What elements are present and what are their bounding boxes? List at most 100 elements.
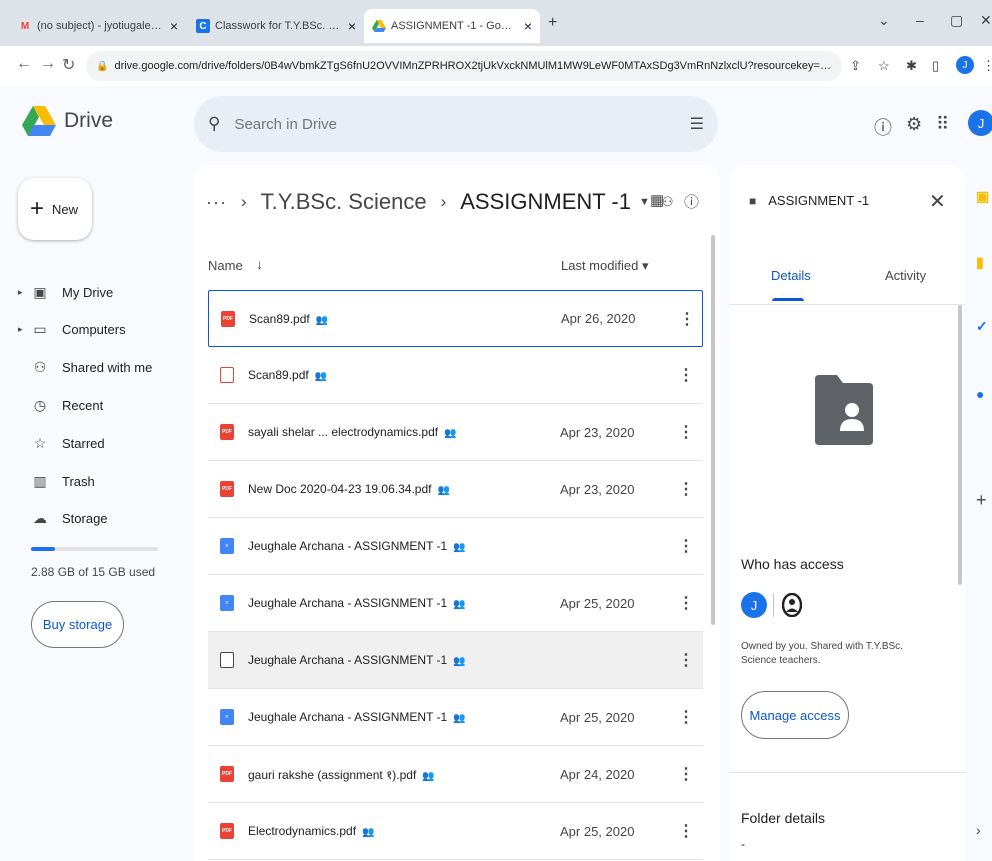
bookmark-star-icon[interactable]: ☆ xyxy=(878,58,890,74)
file-date: Apr 24, 2020 xyxy=(560,766,635,782)
browser-tab-drive[interactable]: ASSIGNMENT -1 - Google Drive × xyxy=(364,9,540,43)
sort-arrow-down-icon[interactable]: ↓ xyxy=(256,256,263,272)
more-actions-icon[interactable]: ⋮ xyxy=(678,536,694,556)
buy-storage-button[interactable]: Buy storage xyxy=(31,601,124,648)
scrollbar[interactable] xyxy=(711,235,715,625)
pdf-file-icon: PDF xyxy=(220,481,234,497)
breadcrumb-more-icon[interactable]: ··· xyxy=(206,192,227,213)
file-name-text: Jeughale Archana - ASSIGNMENT -1 xyxy=(248,710,448,724)
tasks-icon[interactable]: ✓ xyxy=(976,318,988,335)
search-icon[interactable]: ⚲ xyxy=(208,114,220,134)
more-actions-icon[interactable]: ⋮ xyxy=(678,764,694,784)
breadcrumb-current[interactable]: ASSIGNMENT -1 xyxy=(460,189,631,215)
tab-title: ASSIGNMENT -1 - Google Drive xyxy=(391,20,518,32)
column-last-modified[interactable]: Last modified ▾ xyxy=(561,258,648,274)
restore-button[interactable]: ▢ xyxy=(950,12,963,29)
sidebar-item-shared-with-me[interactable]: ⚇ Shared with me xyxy=(18,353,178,383)
expand-arrow-icon[interactable]: ▸ xyxy=(18,324,28,335)
pdf-file-icon xyxy=(220,367,234,383)
browser-tab-gmail[interactable]: M (no subject) - jyotiugale92@gmail.com … xyxy=(10,9,186,43)
keep-icon[interactable]: ▮ xyxy=(976,254,984,271)
browser-tab-bar: M (no subject) - jyotiugale92@gmail.com … xyxy=(0,0,992,46)
tab-details[interactable]: Details xyxy=(771,268,811,283)
table-row[interactable]: PDF sayali shelar ... electrodynamics.pdf… xyxy=(208,404,703,461)
profile-avatar[interactable]: J xyxy=(956,56,974,74)
table-row[interactable]: PDF New Doc 2020-04-23 19.06.34.pdf 👥 Apr 2… xyxy=(208,461,703,518)
table-row[interactable]: ≡ Jeughale Archana - ASSIGNMENT -1 👥 Apr 25… xyxy=(208,575,703,632)
details-scrollbar[interactable] xyxy=(958,305,962,585)
shared-people-icon: 👥 xyxy=(453,542,466,553)
file-name-text: Jeughale Archana - ASSIGNMENT -1 xyxy=(248,653,448,667)
contacts-icon[interactable]: ● xyxy=(976,386,984,402)
table-row[interactable]: PDF gauri rakshe (assignment १).pdf 👥 Apr 2… xyxy=(208,746,703,803)
search-options-icon[interactable]: ☰ xyxy=(690,114,704,134)
sidebar-item-storage[interactable]: ☁ Storage xyxy=(18,504,178,534)
browser-tab-classroom[interactable]: C Classwork for T.Y.BSc. Science × xyxy=(188,9,364,43)
view-details-icon[interactable]: ⓘ xyxy=(684,191,699,212)
reload-icon[interactable]: ↻ xyxy=(62,55,75,75)
new-button[interactable]: + New xyxy=(18,178,92,240)
table-row[interactable]: PDF Scan89.pdf 👥 Apr 26, 2020 ⋮ xyxy=(208,290,703,347)
more-actions-icon[interactable]: ⋮ xyxy=(678,422,694,442)
more-actions-icon[interactable]: ⋮ xyxy=(678,650,694,670)
close-tab-icon[interactable]: × xyxy=(170,18,178,34)
sidebar-item-computers[interactable]: ▸ ▭ Computers xyxy=(18,315,178,345)
file-name-text: Electrodynamics.pdf xyxy=(248,824,357,838)
more-actions-icon[interactable]: ⋮ xyxy=(678,707,694,727)
sidebar-item-trash[interactable]: ▥ Trash xyxy=(18,466,178,496)
more-actions-icon[interactable]: ⋮ xyxy=(679,309,695,329)
close-tab-icon[interactable]: × xyxy=(348,18,356,34)
close-window-button[interactable]: ✕ xyxy=(980,12,992,29)
table-row[interactable]: ≡ Jeughale Archana - ASSIGNMENT -1 👥 Apr 25… xyxy=(208,689,703,746)
minimize-button[interactable]: – xyxy=(916,12,924,28)
tab-search-icon[interactable]: ⌄ xyxy=(878,12,890,29)
more-actions-icon[interactable]: ⋮ xyxy=(678,479,694,499)
extensions-icon[interactable]: ✱ xyxy=(906,58,917,74)
manage-access-button[interactable]: Manage access xyxy=(741,691,849,739)
back-icon[interactable]: ← xyxy=(16,55,32,73)
table-row[interactable]: Scan89.pdf 👥 ⋮ xyxy=(208,347,703,404)
close-tab-icon[interactable]: × xyxy=(524,18,532,34)
new-tab-button[interactable]: + xyxy=(548,14,557,32)
column-name[interactable]: Name xyxy=(208,258,243,273)
side-panel-icon[interactable]: ▯ xyxy=(932,58,939,74)
table-row[interactable]: ≡ Jeughale Archana - ASSIGNMENT -1 👥 ⋮ xyxy=(208,518,703,575)
table-row[interactable]: PDF Electrodynamics.pdf 👥 Apr 25, 2020 ⋮ xyxy=(208,803,703,860)
search-input[interactable] xyxy=(234,115,690,133)
chevron-right-icon[interactable]: › xyxy=(976,822,981,838)
tab-activity[interactable]: Activity xyxy=(885,268,926,283)
sidebar-item-label: Starred xyxy=(62,435,105,451)
shared-people-icon: 👥 xyxy=(362,827,375,838)
more-actions-icon[interactable]: ⋮ xyxy=(678,365,694,385)
drive-logo[interactable]: Drive xyxy=(22,106,113,136)
expand-arrow-icon[interactable]: ▸ xyxy=(18,287,28,298)
close-icon[interactable]: ✕ xyxy=(929,189,946,214)
sidebar-item-my-drive[interactable]: ▸ ▣ My Drive xyxy=(18,277,178,307)
search-bar[interactable]: ⚲ ☰ xyxy=(194,96,718,152)
calendar-icon[interactable]: ▣ xyxy=(976,188,989,205)
apps-grid-icon[interactable]: ⠿ xyxy=(936,114,949,135)
sidebar-item-recent[interactable]: ◷ Recent xyxy=(18,390,178,420)
help-icon[interactable]: ⓘ xyxy=(874,114,892,140)
browser-menu-icon[interactable]: ⋮ xyxy=(982,58,992,74)
sidebar-item-starred[interactable]: ☆ Starred xyxy=(18,428,178,458)
pdf-file-icon: PDF xyxy=(220,823,234,839)
dropdown-arrow-icon[interactable]: ▼ xyxy=(639,196,650,208)
more-actions-icon[interactable]: ⋮ xyxy=(678,821,694,841)
my-drive-icon: ▣ xyxy=(33,283,47,300)
account-avatar[interactable]: J xyxy=(968,110,992,136)
share-page-icon[interactable]: ⇪ xyxy=(850,58,861,74)
url-field[interactable]: 🔒 drive.google.com/drive/folders/0B4wVbm… xyxy=(86,51,842,81)
sidebar-item-label: My Drive xyxy=(62,284,114,300)
address-bar-row: ← → ↻ 🔒 drive.google.com/drive/folders/0… xyxy=(0,46,992,86)
access-avatars[interactable]: J xyxy=(741,592,804,618)
more-actions-icon[interactable]: ⋮ xyxy=(678,593,694,613)
table-row[interactable]: Jeughale Archana - ASSIGNMENT -1 👥 ⋮ xyxy=(208,632,703,689)
breadcrumb-parent[interactable]: T.Y.BSc. Science xyxy=(261,189,427,215)
grid-layout-icon[interactable]: ▦ xyxy=(650,191,664,209)
storage-bar-fill xyxy=(31,547,56,551)
cloud-icon: ☁ xyxy=(33,510,47,527)
add-apps-icon[interactable]: + xyxy=(976,490,987,511)
settings-gear-icon[interactable]: ⚙ xyxy=(906,114,922,135)
forward-icon[interactable]: → xyxy=(40,55,56,73)
